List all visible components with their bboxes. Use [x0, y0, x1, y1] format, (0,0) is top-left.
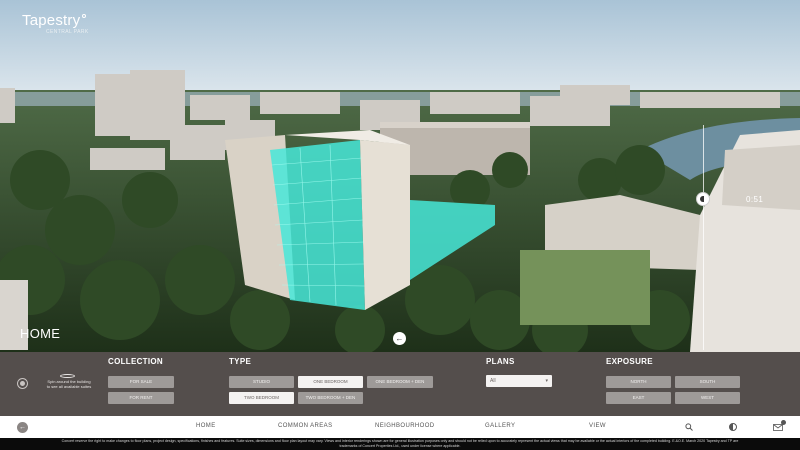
aerial-render [0, 0, 800, 352]
type-option-studio[interactable]: STUDIO [229, 376, 294, 388]
rotate-left-button[interactable]: ← [393, 332, 406, 345]
nav-item-home[interactable]: HOME [196, 423, 216, 429]
brand-name: Tapestry [22, 12, 81, 29]
nav-item-gallery[interactable]: GALLERY [485, 423, 515, 429]
exposure-option-north[interactable]: NORTH [606, 376, 671, 388]
type-title: TYPE [229, 357, 252, 366]
rotate-hint: Spin around the building to see all avai… [46, 379, 92, 389]
rotate-icon[interactable] [17, 378, 28, 389]
collection-title: COLLECTION [108, 357, 163, 366]
chevron-down-icon: ▾ [545, 378, 548, 384]
spin-icon [60, 374, 75, 378]
plans-select[interactable]: All ▾ [486, 375, 552, 387]
mail-icon[interactable] [773, 424, 783, 431]
type-option-two-bedroom[interactable]: TWO BEDROOM [229, 392, 294, 404]
legal-disclaimer: Concert reserve the right to make change… [0, 438, 800, 450]
search-icon[interactable] [685, 423, 693, 431]
plans-selected-value: All [490, 378, 496, 384]
contrast-icon[interactable] [729, 423, 737, 431]
collection-option-for-rent[interactable]: FOR RENT [108, 392, 174, 404]
type-option-one-bedroom-den[interactable]: ONE BEDROOM + DEN [367, 376, 433, 388]
brand-logo[interactable]: Tapestry CENTRAL PARK [22, 12, 88, 35]
mail-badge [781, 420, 786, 425]
brand-subtitle: CENTRAL PARK [46, 29, 89, 35]
exposure-option-west[interactable]: WEST [675, 392, 740, 404]
exposure-option-east[interactable]: EAST [606, 392, 671, 404]
nav-item-neighbourhood[interactable]: NEIGHBOURHOOD [375, 423, 435, 429]
page-title: HOME [20, 326, 61, 341]
exposure-title: EXPOSURE [606, 357, 653, 366]
plans-title: PLANS [486, 357, 515, 366]
brand-mark-icon [82, 14, 86, 18]
collection-option-for-sale[interactable]: FOR SALE [108, 376, 174, 388]
time-readout: 0:51 [746, 195, 764, 204]
view-slider-track[interactable] [703, 125, 704, 350]
view-slider-handle[interactable] [696, 192, 710, 206]
aerial-view[interactable]: Tapestry CENTRAL PARK HOME 0:51 ← [0, 0, 800, 352]
nav-item-view[interactable]: VIEW [589, 423, 606, 429]
type-option-two-bedroom-den[interactable]: TWO BEDROOM + DEN [298, 392, 363, 404]
back-button[interactable]: ← [17, 422, 28, 433]
exposure-option-south[interactable]: SOUTH [675, 376, 740, 388]
type-option-one-bedroom[interactable]: ONE BEDROOM [298, 376, 363, 388]
nav-item-common-areas[interactable]: COMMON AREAS [278, 423, 332, 429]
